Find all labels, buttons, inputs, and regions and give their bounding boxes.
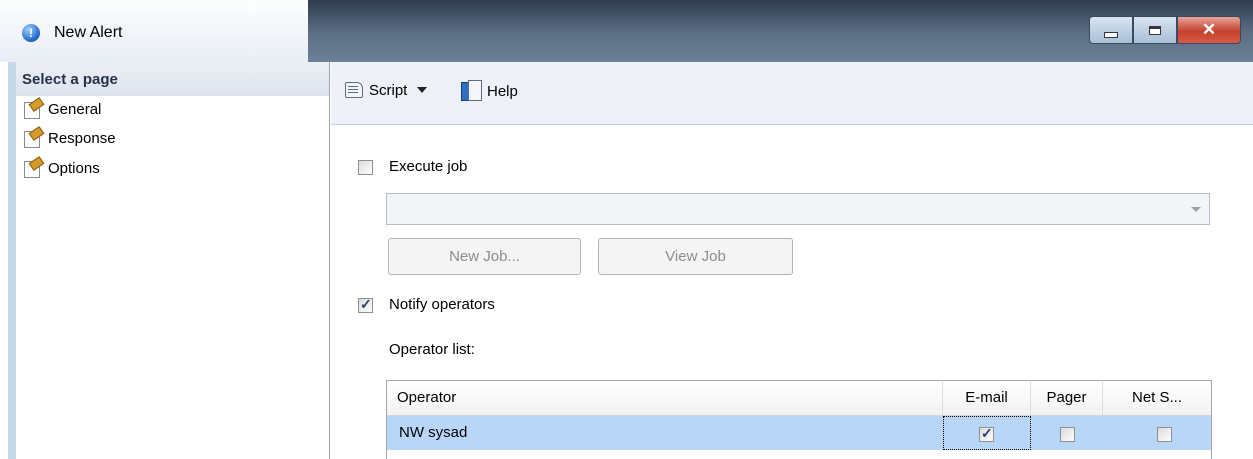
column-header-net-send[interactable]: Net S... [1103,381,1211,415]
sidebar-item-label: General [48,100,102,118]
maximize-icon [1149,25,1161,35]
email-checkbox[interactable] [979,425,994,442]
operator-name-cell: NW sysad [399,424,468,441]
sidebar-item-general[interactable]: General [24,97,102,119]
notify-operators-label: Notify operators [389,296,495,313]
net-send-checkbox[interactable] [1157,427,1172,442]
execute-job-label: Execute job [389,158,468,175]
new-job-button[interactable]: New Job... [388,238,581,275]
column-header-email[interactable]: E-mail [943,381,1031,415]
page-properties-icon [24,126,45,148]
operator-list-label: Operator list: [389,341,475,358]
table-row[interactable]: NW sysad [387,416,1211,450]
alert-app-icon: ! [22,24,40,42]
script-label: Script [369,81,408,99]
page-properties-icon [24,156,45,178]
page-selector-pane: Select a page General Response Options [8,62,330,459]
page-selector-title: Select a page [22,71,118,88]
sidebar-item-response[interactable]: Response [24,126,116,148]
minimize-icon [1104,32,1118,38]
window-controls: ✕ [1089,16,1241,46]
help-label: Help [487,82,518,100]
script-button[interactable]: Script [343,80,428,100]
window-title: New Alert [54,24,123,41]
pager-checkbox[interactable] [1060,427,1075,442]
help-button[interactable]: Help [461,80,518,102]
sidebar-item-options[interactable]: Options [24,156,100,178]
sidebar-item-label: Options [48,159,100,177]
job-combobox[interactable] [386,193,1210,225]
chevron-down-icon[interactable] [417,87,428,93]
toolbar: Script Help [331,62,1253,125]
page-properties-icon [24,97,45,119]
execute-job-checkbox[interactable] [358,160,373,175]
page-selector-header: Select a page [16,62,329,96]
close-icon: ✕ [1201,20,1217,39]
sidebar-item-label: Response [48,129,116,147]
column-header-pager[interactable]: Pager [1031,381,1103,415]
minimize-button[interactable] [1089,16,1133,44]
help-book-icon [461,80,482,102]
operator-grid: Operator E-mail Pager Net S... NW sysad [386,380,1212,459]
column-header-operator[interactable]: Operator [387,381,943,415]
title-bar: ! New Alert ✕ [0,0,1253,62]
notify-operators-checkbox[interactable] [358,296,373,313]
view-job-button[interactable]: View Job [598,238,793,275]
close-button[interactable]: ✕ [1177,16,1241,44]
maximize-button[interactable] [1133,16,1177,44]
operator-grid-header: Operator E-mail Pager Net S... [387,381,1211,416]
script-icon [343,80,365,100]
chevron-down-icon [1191,207,1201,212]
